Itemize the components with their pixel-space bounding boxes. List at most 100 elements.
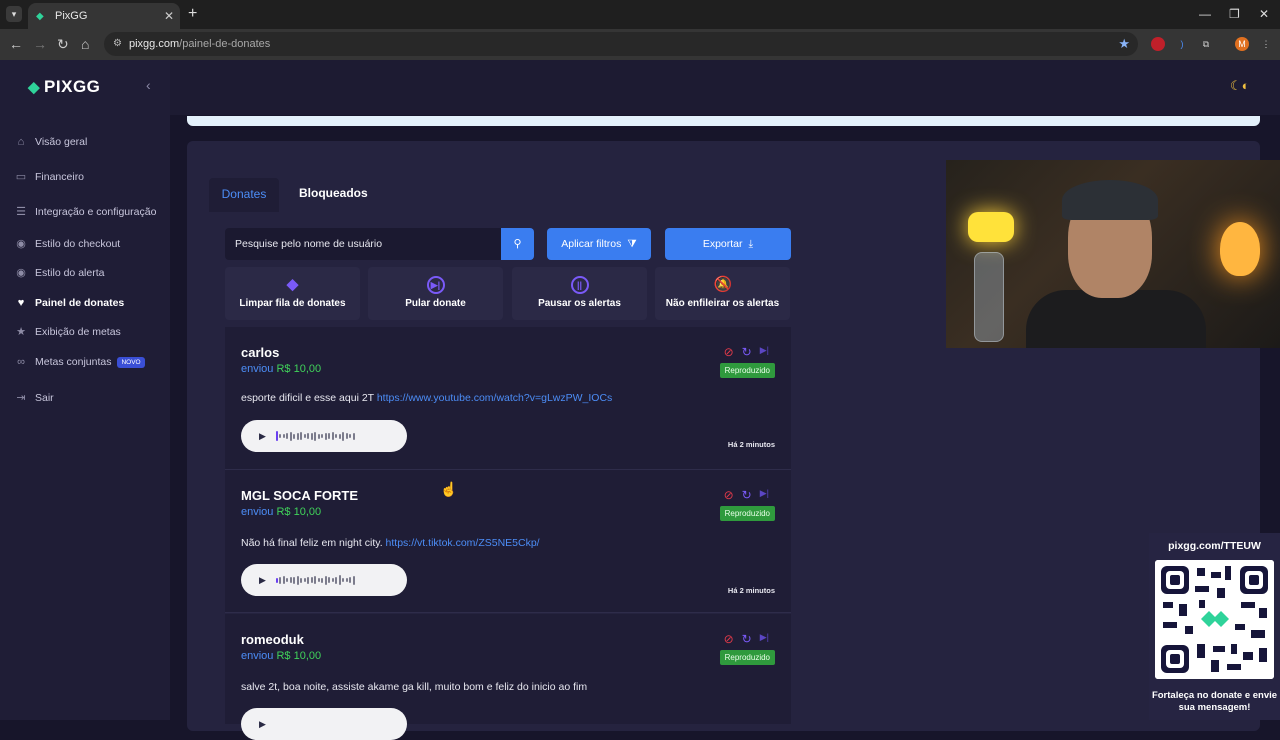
sidebar-item-label: Financeiro [35, 171, 85, 183]
block-icon[interactable]: ⊘ [724, 632, 734, 646]
donor-name: romeoduk [241, 632, 304, 647]
chrome-menu-icon[interactable]: ⋮ [1259, 37, 1273, 51]
extensions-puzzle-icon[interactable]: ⧉ [1199, 37, 1213, 51]
pause-alerts-button[interactable]: || Pausar os alertas [512, 267, 647, 320]
skip-donate-button[interactable]: ▶| Pular donate [368, 267, 503, 320]
waveform-bar [349, 434, 352, 438]
home-icon[interactable]: ⌂ [81, 36, 89, 52]
close-tab-icon[interactable]: ✕ [164, 9, 174, 23]
waveform-bar [282, 434, 285, 438]
donate-amount: R$ 10,00 [276, 650, 322, 662]
sidebar: ◆ PIXGG ‹ ⌂ Visão geral ▭ Financeiro ☰ I… [0, 60, 170, 720]
skip-small-icon[interactable]: ▶| [760, 345, 769, 359]
collapse-sidebar-icon[interactable]: ‹ [146, 77, 151, 93]
skip-small-icon[interactable]: ▶| [760, 488, 769, 502]
sidebar-item-sair[interactable]: ⇥ Sair [14, 391, 53, 405]
theme-toggle-moon-icon[interactable]: ☾◐ [1230, 78, 1250, 94]
close-window-icon[interactable]: ✕ [1259, 7, 1269, 21]
extension-red-icon[interactable] [1151, 37, 1165, 51]
export-button[interactable]: Exportar ⤓ [665, 228, 791, 260]
replay-icon[interactable]: ↻ [742, 488, 752, 502]
action-label: Pausar os alertas [538, 298, 621, 309]
sidebar-item-metas-conjuntas[interactable]: ∞ Metas conjuntas NOVO [14, 355, 145, 369]
waveform-bar [342, 431, 345, 441]
donate-time: Há 2 minutos [727, 586, 775, 595]
sidebar-item-painel-donates[interactable]: ♥ Painel de donates [14, 296, 125, 310]
bookmark-star-icon[interactable]: ★ [1118, 32, 1130, 56]
sidebar-item-exibicao-metas[interactable]: ★ Exibição de metas [14, 325, 121, 339]
donate-time: Há 2 minutos [727, 440, 775, 449]
logout-icon: ⇥ [16, 392, 26, 404]
filter-icon: ⧩ [627, 237, 637, 250]
waveform-bar [293, 433, 296, 439]
qr-caption: Fortaleça no donate e envie sua mensagem… [1151, 690, 1278, 713]
sidebar-item-estilo-alerta[interactable]: ◉ Estilo do alerta [14, 266, 104, 280]
waveform-bar [335, 576, 338, 584]
waveform-bar [307, 576, 310, 584]
block-icon[interactable]: ⊘ [724, 488, 734, 502]
block-icon[interactable]: ⊘ [724, 345, 734, 359]
back-icon[interactable]: ← [9, 36, 23, 52]
audio-player[interactable]: ▶ [241, 564, 407, 596]
apply-filters-button[interactable]: Aplicar filtros ⧩ [547, 228, 651, 260]
waveform-bar [310, 577, 313, 583]
pixgg-logo[interactable]: ◆ PIXGG [28, 77, 100, 97]
search-input[interactable] [225, 228, 501, 260]
search-button[interactable]: ⚲ [501, 228, 534, 260]
donor-name: carlos [241, 345, 280, 360]
waveform-bar [275, 431, 278, 441]
tab-search-chevron-icon[interactable]: ▾ [6, 6, 22, 22]
lamp-light [1220, 222, 1260, 276]
restore-icon[interactable]: ❐ [1229, 7, 1240, 21]
play-icon[interactable]: ▶ [259, 575, 266, 586]
browser-tab[interactable]: ◆ PixGG ✕ [28, 3, 180, 29]
waveform-bar [324, 575, 327, 585]
water-bottle [974, 252, 1004, 342]
sent-label: enviou [241, 363, 274, 375]
webcam-overlay [946, 160, 1280, 348]
waveform-bar [345, 433, 348, 439]
audio-player[interactable]: ▶ [241, 420, 407, 452]
url-path: /painel-de-donates [179, 38, 271, 50]
address-bar[interactable]: ⚙ pixgg.com/painel-de-donates ★ [104, 32, 1138, 56]
message-link[interactable]: https://www.youtube.com/watch?v=gLwzPW_I… [377, 392, 612, 404]
skip-small-icon[interactable]: ▶| [760, 632, 769, 646]
sidebar-item-label: Visão geral [35, 136, 88, 148]
waveform[interactable] [275, 575, 355, 585]
waveform-bar [335, 434, 338, 438]
waveform-bar [342, 578, 345, 582]
no-queue-alerts-button[interactable]: 🔕 Não enfileirar os alertas [655, 267, 790, 320]
sidebar-item-visao-geral[interactable]: ⌂ Visão geral [14, 135, 88, 149]
waveform-bar [321, 577, 324, 583]
waveform[interactable] [275, 431, 355, 441]
play-icon[interactable]: ▶ [259, 719, 266, 730]
waveform-bar [345, 578, 348, 582]
new-tab-icon[interactable]: + [188, 5, 197, 23]
play-icon[interactable]: ▶ [259, 431, 266, 442]
new-badge: NOVO [117, 356, 145, 368]
tabs: Donates Bloqueados [209, 178, 789, 212]
tab-donates[interactable]: Donates [209, 178, 279, 212]
extension-wave-icon[interactable]: ) [1175, 37, 1189, 51]
sent-label: enviou [241, 506, 274, 518]
message-link[interactable]: https://vt.tiktok.com/ZS5NE5Ckp/ [386, 537, 540, 549]
sidebar-item-estilo-checkout[interactable]: ◉ Estilo do checkout [14, 237, 120, 251]
action-label: Não enfileirar os alertas [665, 298, 780, 309]
minimize-icon[interactable]: — [1199, 7, 1211, 21]
clear-queue-button[interactable]: ◆ Limpar fila de donates [225, 267, 360, 320]
reload-icon[interactable]: ↻ [57, 36, 69, 53]
sidebar-item-financeiro[interactable]: ▭ Financeiro [14, 170, 84, 184]
donate-hand-icon: ♥ [17, 297, 25, 309]
site-info-icon[interactable]: ⚙ [113, 32, 122, 56]
download-icon: ⤓ [748, 237, 754, 250]
waveform-bar [310, 432, 313, 440]
replay-icon[interactable]: ↻ [742, 345, 752, 359]
profile-avatar[interactable]: M [1235, 37, 1249, 51]
waveform-bar [289, 431, 292, 441]
replay-icon[interactable]: ↻ [742, 632, 752, 646]
donate-item: MGL SOCA FORTE enviou R$ 10,00 ⊘ ↻ ▶| Re… [225, 470, 791, 613]
tab-bloqueados[interactable]: Bloqueados [299, 178, 368, 208]
forward-icon[interactable]: → [33, 36, 47, 52]
sidebar-item-integracao[interactable]: ☰ Integração e configuração [14, 205, 156, 219]
audio-player[interactable]: ▶ [241, 708, 407, 740]
